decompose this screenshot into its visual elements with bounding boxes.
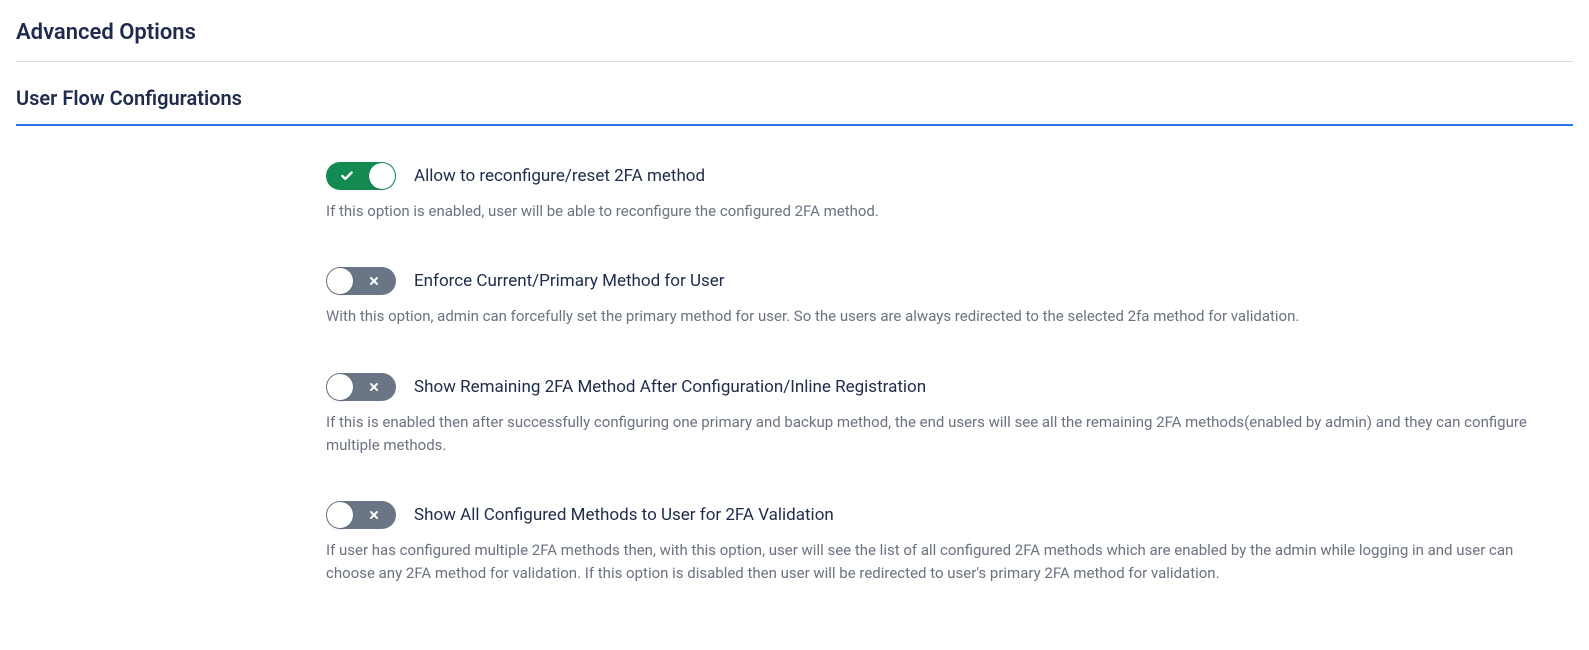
option-row: Show Remaining 2FA Method After Configur… — [326, 373, 1543, 401]
check-icon — [340, 169, 354, 183]
option-label: Enforce Current/Primary Method for User — [414, 271, 725, 291]
option-label: Show Remaining 2FA Method After Configur… — [414, 377, 926, 397]
option-row: Show All Configured Methods to User for … — [326, 501, 1543, 529]
toggle-enforce-primary[interactable] — [326, 267, 396, 295]
x-icon — [368, 381, 380, 393]
option-show-all-configured: Show All Configured Methods to User for … — [326, 501, 1543, 586]
toggle-knob — [327, 268, 353, 294]
option-description: With this option, admin can forcefully s… — [326, 305, 1543, 328]
toggle-knob — [327, 374, 353, 400]
option-description: If this is enabled then after successful… — [326, 411, 1543, 458]
option-show-remaining: Show Remaining 2FA Method After Configur… — [326, 373, 1543, 458]
toggle-knob — [327, 502, 353, 528]
toggle-show-all-configured[interactable] — [326, 501, 396, 529]
option-label: Allow to reconfigure/reset 2FA method — [414, 166, 705, 186]
toggle-knob — [369, 163, 395, 189]
toggle-allow-reconfigure[interactable] — [326, 162, 396, 190]
subsection-title: User Flow Configurations — [16, 86, 1573, 126]
x-icon — [368, 275, 380, 287]
option-description: If this option is enabled, user will be … — [326, 200, 1543, 223]
x-icon — [368, 509, 380, 521]
option-description: If user has configured multiple 2FA meth… — [326, 539, 1543, 586]
option-allow-reconfigure: Allow to reconfigure/reset 2FA method If… — [326, 162, 1543, 223]
section-title: Advanced Options — [16, 20, 1573, 62]
option-row: Allow to reconfigure/reset 2FA method — [326, 162, 1543, 190]
option-enforce-primary: Enforce Current/Primary Method for User … — [326, 267, 1543, 328]
option-row: Enforce Current/Primary Method for User — [326, 267, 1543, 295]
toggle-show-remaining[interactable] — [326, 373, 396, 401]
option-label: Show All Configured Methods to User for … — [414, 505, 834, 525]
options-list: Allow to reconfigure/reset 2FA method If… — [16, 162, 1573, 586]
